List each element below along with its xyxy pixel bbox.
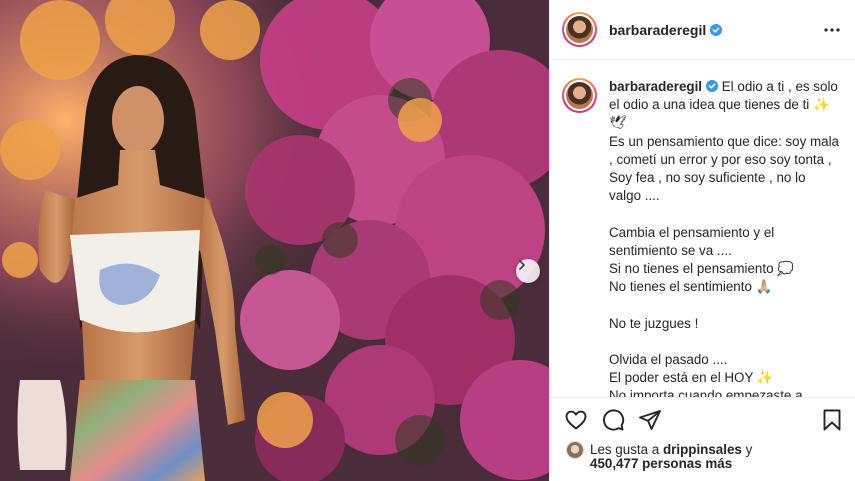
bookmark-icon (823, 409, 841, 431)
likes-line: Les gusta a drippinsales y (590, 442, 752, 457)
caption-author-avatar[interactable] (562, 78, 597, 113)
post-actions-bar (550, 397, 855, 441)
post-photo-image (0, 0, 549, 481)
verified-badge-icon (710, 23, 723, 36)
caption-text: barbaraderegil El odio a ti , es solo el… (609, 78, 839, 397)
save-button[interactable] (820, 408, 844, 432)
caption-section: barbaraderegil El odio a ti , es solo el… (550, 61, 855, 397)
next-photo-button[interactable] (516, 259, 540, 283)
caption-username[interactable]: barbaraderegil (609, 79, 702, 94)
author-username-text[interactable]: barbaraderegil (609, 22, 706, 38)
share-button[interactable] (638, 408, 662, 432)
like-button[interactable] (564, 408, 588, 432)
likes-connector: y (741, 442, 753, 457)
post-header: barbaraderegil (550, 0, 855, 60)
comment-button[interactable] (601, 408, 625, 432)
likes-prefix: Les gusta a (590, 442, 663, 457)
chevron-right-icon (519, 260, 525, 270)
verified-badge-icon (706, 80, 719, 92)
caption-body: El odio a ti , es solo el odio a una ide… (609, 79, 840, 397)
heart-icon (565, 410, 587, 430)
liker-username[interactable]: drippinsales (663, 442, 742, 457)
post-photo[interactable] (0, 0, 549, 481)
comment-icon (603, 409, 625, 431)
author-avatar[interactable] (562, 12, 597, 47)
more-options-button[interactable] (822, 20, 842, 40)
more-options-icon (824, 28, 840, 32)
author-username[interactable]: barbaraderegil (609, 22, 723, 38)
likes-count[interactable]: 450,477 personas más (590, 456, 732, 471)
liker-avatar[interactable] (566, 441, 584, 459)
share-icon (639, 410, 661, 430)
post-side-panel: barbaraderegil barbaraderegil El odio a … (549, 0, 855, 481)
likes-summary: Les gusta a drippinsales y 450,477 perso… (564, 441, 854, 481)
